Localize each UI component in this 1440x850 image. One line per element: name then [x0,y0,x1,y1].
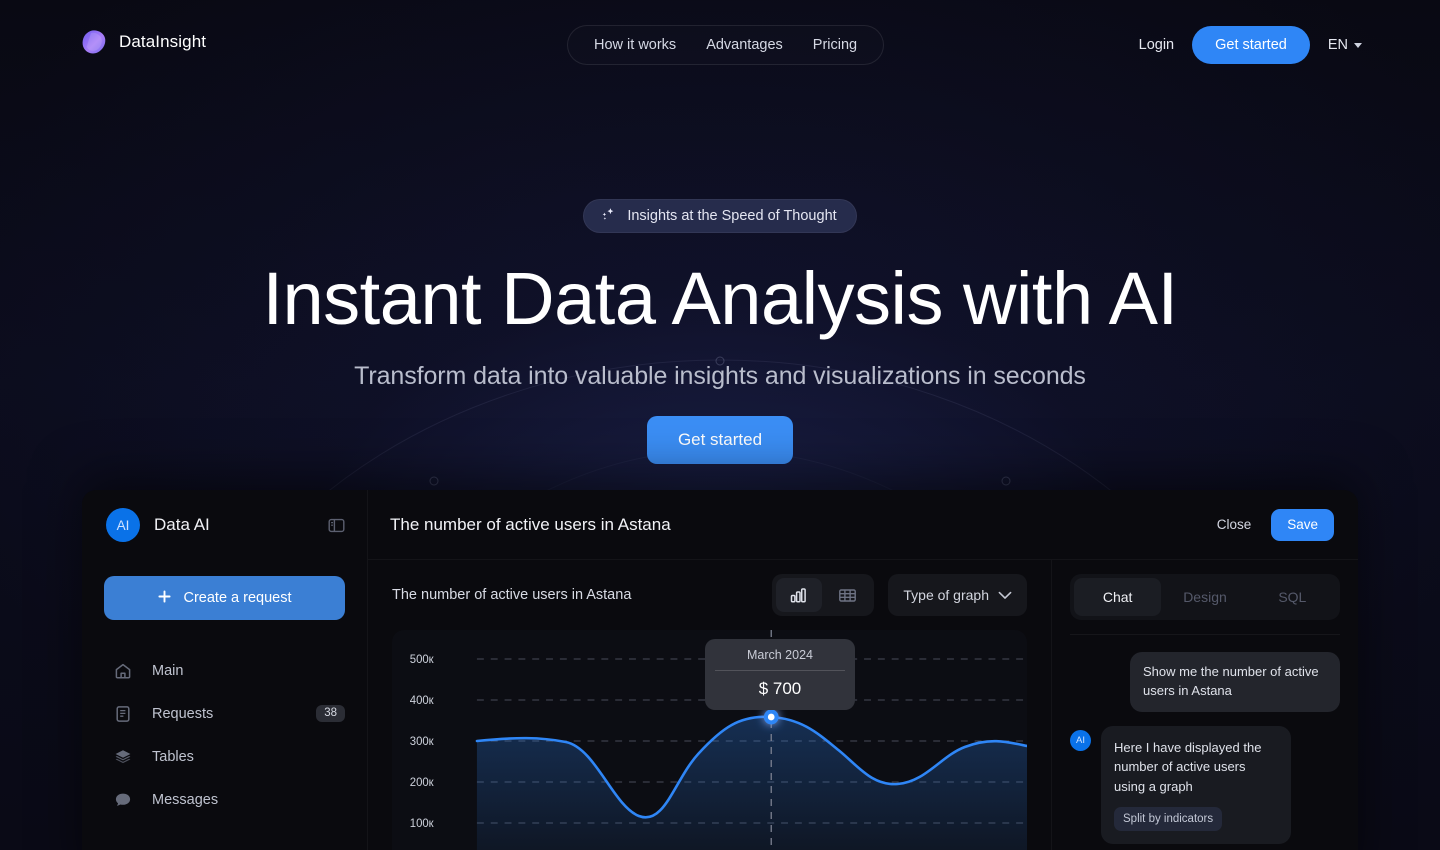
language-label: EN [1327,37,1348,53]
sidebar-nav-list: Main Requests 38 Tables Messages [104,649,345,821]
avatar: AI [106,508,140,542]
sidebar: Create a request Main Requests 38 Tables… [82,560,368,850]
login-link[interactable]: Login [1139,37,1174,53]
document-title: The number of active users in Astana [390,514,671,534]
table-icon[interactable] [824,578,870,612]
plus-icon [157,589,172,608]
nav-item-advantages[interactable]: Advantages [706,37,783,53]
nav-item-how-it-works[interactable]: How it works [594,37,676,53]
chat-message-ai: AI Here I have displayed the number of a… [1070,725,1340,845]
chat-messages: Show me the number of active users in As… [1070,652,1340,845]
svg-text:200к: 200к [410,777,435,789]
bar-chart-icon[interactable] [776,578,823,612]
svg-text:500к: 500к [410,654,435,666]
app-body: Create a request Main Requests 38 Tables… [82,560,1358,850]
brand-logo-link[interactable]: DataInsight [80,28,206,56]
graph-type-dropdown[interactable]: Type of graph [888,574,1027,616]
sidebar-item-tables[interactable]: Tables [104,735,345,778]
create-request-label: Create a request [183,590,292,606]
sidebar-item-main[interactable]: Main [104,649,345,692]
chart-area: 500к 400к 300к 200к 100к March 2024 $ 70… [368,630,1051,850]
split-by-indicators-chip[interactable]: Split by indicators [1114,807,1223,832]
chevron-down-icon [998,587,1012,603]
sidebar-item-requests[interactable]: Requests 38 [104,692,345,735]
chart-tooltip: March 2024 $ 700 [705,639,855,710]
workspace-name: Data AI [154,515,210,534]
tooltip-label: March 2024 [715,648,845,671]
tab-chat[interactable]: Chat [1074,578,1162,616]
layers-icon [113,747,132,766]
document-icon [113,704,132,723]
get-started-button-header[interactable]: Get started [1192,26,1310,64]
divider [1070,634,1340,635]
chat-message-ai-text: Here I have displayed the number of acti… [1114,739,1262,794]
sidebar-item-messages[interactable]: Messages [104,778,345,821]
tooltip-value: $ 700 [758,679,802,698]
chart-panel: The number of active users in Astana Typ… [368,560,1052,850]
blob-logo-icon [80,28,108,56]
view-mode-toggle [772,574,875,616]
nav-item-pricing[interactable]: Pricing [813,37,857,53]
sparkles-icon [600,206,616,226]
home-icon [113,661,132,680]
chart-name: The number of active users in Astana [392,587,632,603]
sidebar-toggle-icon[interactable] [328,517,345,534]
sidebar-item-label: Tables [152,748,194,765]
brand-name: DataInsight [119,32,207,51]
sidebar-item-label: Messages [152,791,219,808]
chart-toolbar: The number of active users in Astana Typ… [368,560,1051,630]
chart-canvas[interactable]: 500к 400к 300к 200к 100к March 2024 $ 70… [392,630,1027,850]
top-navigation-bar: DataInsight How it works Advantages Pric… [0,0,1440,90]
app-header-workspace: AI Data AI [82,490,368,560]
save-button[interactable]: Save [1271,508,1334,541]
hero-subtitle: Transform data into valuable insights an… [354,361,1086,390]
chat-bubble-icon [113,790,132,809]
chevron-down-icon [1354,42,1362,48]
close-button[interactable]: Close [1217,517,1252,532]
auth-actions: Login Get started EN [1139,26,1362,64]
chat-message-ai-bubble: Here I have displayed the number of acti… [1101,725,1291,845]
app-preview-window: AI Data AI The number of active users in… [82,490,1358,850]
svg-text:400к: 400к [410,695,435,707]
main-nav-pill: How it works Advantages Pricing [567,25,885,65]
chat-message-user: Show me the number of active users in As… [1130,652,1340,712]
create-request-button[interactable]: Create a request [104,576,345,620]
sidebar-item-label: Requests [152,705,214,722]
chat-tabs: Chat Design SQL [1070,574,1340,620]
get-started-button-hero[interactable]: Get started [646,415,794,464]
tab-design[interactable]: Design [1161,578,1248,616]
landing-page: DataInsight How it works Advantages Pric… [0,0,1440,850]
language-selector[interactable]: EN [1328,37,1362,53]
app-header: AI Data AI The number of active users in… [82,490,1358,560]
hero-badge-label: Insights at the Speed of Thought [627,208,837,224]
tab-sql[interactable]: SQL [1249,578,1336,616]
svg-text:300к: 300к [410,736,435,748]
graph-type-label: Type of graph [903,587,989,603]
hero-badge: Insights at the Speed of Thought [583,199,857,233]
status-badge: 38 [316,704,345,723]
avatar: AI [1070,729,1091,751]
chat-panel: Chat Design SQL Show me the number of ac… [1052,560,1358,850]
svg-text:100к: 100к [410,818,435,830]
page-title: Instant Data Analysis with AI [262,257,1178,340]
sidebar-item-label: Main [152,662,184,679]
app-header-document: The number of active users in Astana Clo… [368,490,1358,560]
